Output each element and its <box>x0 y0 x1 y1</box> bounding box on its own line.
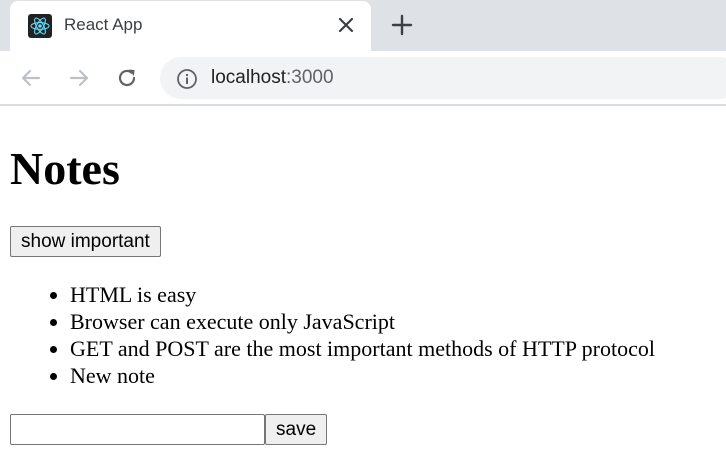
address-bar[interactable]: localhost:3000 <box>160 57 726 99</box>
back-icon[interactable] <box>19 66 43 90</box>
tab-title: React App <box>64 15 143 34</box>
page-title: Notes <box>10 143 120 194</box>
plus-icon[interactable] <box>391 14 413 36</box>
url-port: :3000 <box>286 67 334 88</box>
page-content: Notes show important HTML is easy Browse… <box>10 106 726 452</box>
note-item: New note <box>70 362 655 389</box>
url-text: localhost:3000 <box>211 67 334 89</box>
tab-strip: React App <box>0 0 726 51</box>
show-important-button[interactable]: show important <box>10 226 161 257</box>
reload-icon[interactable] <box>115 66 139 90</box>
notes-list: HTML is easy Browser can execute only Ja… <box>10 281 655 389</box>
note-item: Browser can execute only JavaScript <box>70 308 655 335</box>
note-item: GET and POST are the most important meth… <box>70 335 655 362</box>
react-logo-icon <box>28 14 52 38</box>
new-note-input[interactable] <box>10 414 265 445</box>
url-host: localhost <box>211 67 286 88</box>
browser-toolbar: localhost:3000 <box>0 51 726 106</box>
info-icon[interactable] <box>176 68 198 90</box>
note-item: HTML is easy <box>70 281 655 308</box>
close-icon[interactable] <box>336 15 356 35</box>
save-button[interactable]: save <box>265 414 328 445</box>
forward-icon[interactable] <box>67 66 91 90</box>
browser-tab[interactable]: React App <box>10 1 371 51</box>
